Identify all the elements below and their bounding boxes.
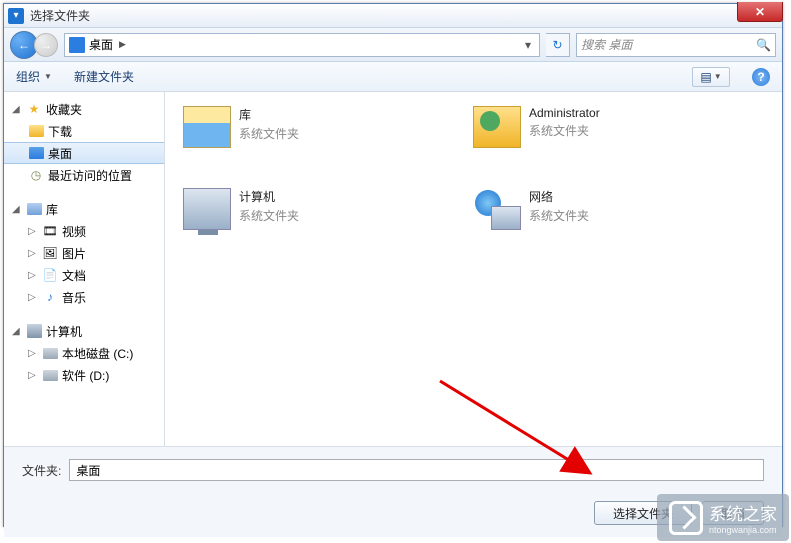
item-name: 网络 [529, 188, 589, 205]
sidebar: ◢ ★ 收藏夹 下载 桌面 ◷ 最近访问的位置 [4, 92, 165, 446]
expander-icon[interactable]: ▷ [28, 370, 38, 381]
item-sub: 系统文件夹 [239, 125, 299, 142]
help-icon: ? [757, 70, 764, 84]
address-text: 桌面 [89, 36, 113, 53]
search-input[interactable]: 搜索 桌面 🔍 [576, 33, 776, 57]
sidebar-item-drive-d[interactable]: ▷ 软件 (D:) [4, 364, 164, 386]
folder-label: 文件夹: [22, 462, 61, 479]
help-button[interactable]: ? [752, 68, 770, 86]
folder-input[interactable] [69, 459, 764, 481]
item-name: 计算机 [239, 188, 299, 205]
tree-group-computer: ◢ 计算机 ▷ 本地磁盘 (C:) ▷ 软件 (D:) [4, 320, 164, 386]
expander-icon[interactable]: ◢ [12, 326, 22, 337]
new-folder-button[interactable]: 新建文件夹 [74, 68, 134, 85]
tree-group-favorites: ◢ ★ 收藏夹 下载 桌面 ◷ 最近访问的位置 [4, 98, 164, 186]
expander-icon[interactable]: ▷ [28, 248, 38, 259]
item-libraries[interactable]: 库 系统文件夹 [183, 106, 433, 148]
address-bar[interactable]: 桌面 ▶ ▾ [64, 33, 540, 57]
recent-icon: ◷ [28, 167, 44, 183]
search-icon: 🔍 [756, 38, 771, 52]
arrow-left-icon: ← [18, 38, 30, 52]
expander-icon[interactable]: ◢ [12, 104, 22, 115]
nav-buttons: ← → [10, 31, 58, 59]
chevron-down-icon: ▼ [44, 72, 52, 81]
sidebar-item-documents[interactable]: ▷ 📄 文档 [4, 264, 164, 286]
computer-icon [27, 324, 42, 338]
item-sub: 系统文件夹 [239, 207, 299, 224]
body: ◢ ★ 收藏夹 下载 桌面 ◷ 最近访问的位置 [4, 92, 782, 446]
search-placeholder: 搜索 桌面 [581, 36, 632, 53]
watermark-logo-icon [669, 501, 703, 535]
item-administrator[interactable]: Administrator 系统文件夹 [473, 106, 723, 148]
tree-group-libraries: ◢ 库 ▷ 🎞 视频 ▷ 🖼 图片 ▷ 📄 文档 [4, 198, 164, 308]
user-folder-icon [473, 106, 521, 148]
chevron-down-icon: ▼ [714, 72, 722, 81]
drive-icon [43, 370, 58, 381]
library-icon [183, 106, 231, 148]
address-dropdown[interactable]: ▾ [521, 38, 535, 52]
sidebar-item-desktop[interactable]: 桌面 [4, 142, 164, 164]
watermark: 系统之家 ntongwanjia.com [657, 494, 789, 541]
watermark-text: 系统之家 [709, 500, 777, 525]
sidebar-item-videos[interactable]: ▷ 🎞 视频 [4, 220, 164, 242]
expander-icon[interactable]: ▷ [28, 292, 38, 303]
item-sub: 系统文件夹 [529, 122, 600, 139]
refresh-icon: ↻ [552, 38, 562, 52]
expander-icon[interactable]: ▷ [28, 348, 38, 359]
arrow-right-icon: → [40, 38, 52, 52]
dialog-window: ▾ 选择文件夹 ✕ ← → 桌面 ▶ ▾ ↻ 搜索 桌面 🔍 组织 ▼ 新建文件… [3, 3, 783, 527]
window-title: 选择文件夹 [30, 7, 90, 24]
sidebar-item-music[interactable]: ▷ ♪ 音乐 [4, 286, 164, 308]
downloads-icon [29, 125, 44, 137]
star-icon: ★ [26, 101, 42, 117]
drive-icon [43, 348, 58, 359]
organize-menu[interactable]: 组织 ▼ [16, 68, 52, 85]
sidebar-item-pictures[interactable]: ▷ 🖼 图片 [4, 242, 164, 264]
expander-icon[interactable]: ▷ [28, 270, 38, 281]
item-name: 库 [239, 106, 299, 123]
watermark-site: ntongwanjia.com [709, 525, 777, 535]
sidebar-item-drive-c[interactable]: ▷ 本地磁盘 (C:) [4, 342, 164, 364]
music-icon: ♪ [42, 289, 58, 305]
nav-bar: ← → 桌面 ▶ ▾ ↻ 搜索 桌面 🔍 [4, 28, 782, 62]
close-icon: ✕ [755, 5, 765, 19]
picture-icon: 🖼 [42, 245, 58, 261]
breadcrumb-chevron-icon[interactable]: ▶ [119, 39, 126, 50]
tree-head-favorites[interactable]: ◢ ★ 收藏夹 [4, 98, 164, 120]
forward-button[interactable]: → [34, 33, 58, 57]
expander-icon[interactable]: ◢ [12, 204, 22, 215]
item-sub: 系统文件夹 [529, 207, 589, 224]
tree-head-computer[interactable]: ◢ 计算机 [4, 320, 164, 342]
toolbar: 组织 ▼ 新建文件夹 ▤ ▼ ? [4, 62, 782, 92]
document-icon: 📄 [42, 267, 58, 283]
item-network[interactable]: 网络 系统文件夹 [473, 188, 723, 230]
library-icon [27, 203, 42, 215]
expander-icon[interactable]: ▷ [28, 226, 38, 237]
tree-head-libraries[interactable]: ◢ 库 [4, 198, 164, 220]
title-bar: ▾ 选择文件夹 ✕ [4, 4, 782, 28]
sidebar-item-recent[interactable]: ◷ 最近访问的位置 [4, 164, 164, 186]
desktop-icon [69, 37, 85, 53]
view-icon: ▤ [700, 70, 711, 84]
desktop-icon [29, 147, 44, 159]
item-computer[interactable]: 计算机 系统文件夹 [183, 188, 433, 230]
refresh-button[interactable]: ↻ [546, 33, 570, 57]
network-icon [473, 188, 521, 230]
item-name: Administrator [529, 106, 600, 120]
video-icon: 🎞 [42, 223, 58, 239]
close-button[interactable]: ✕ [737, 2, 783, 22]
sidebar-item-downloads[interactable]: 下载 [4, 120, 164, 142]
app-icon: ▾ [8, 8, 24, 24]
computer-icon [183, 188, 231, 230]
view-options-button[interactable]: ▤ ▼ [692, 67, 730, 87]
content-pane[interactable]: 库 系统文件夹 Administrator 系统文件夹 计算机 系统文件夹 [165, 92, 782, 446]
